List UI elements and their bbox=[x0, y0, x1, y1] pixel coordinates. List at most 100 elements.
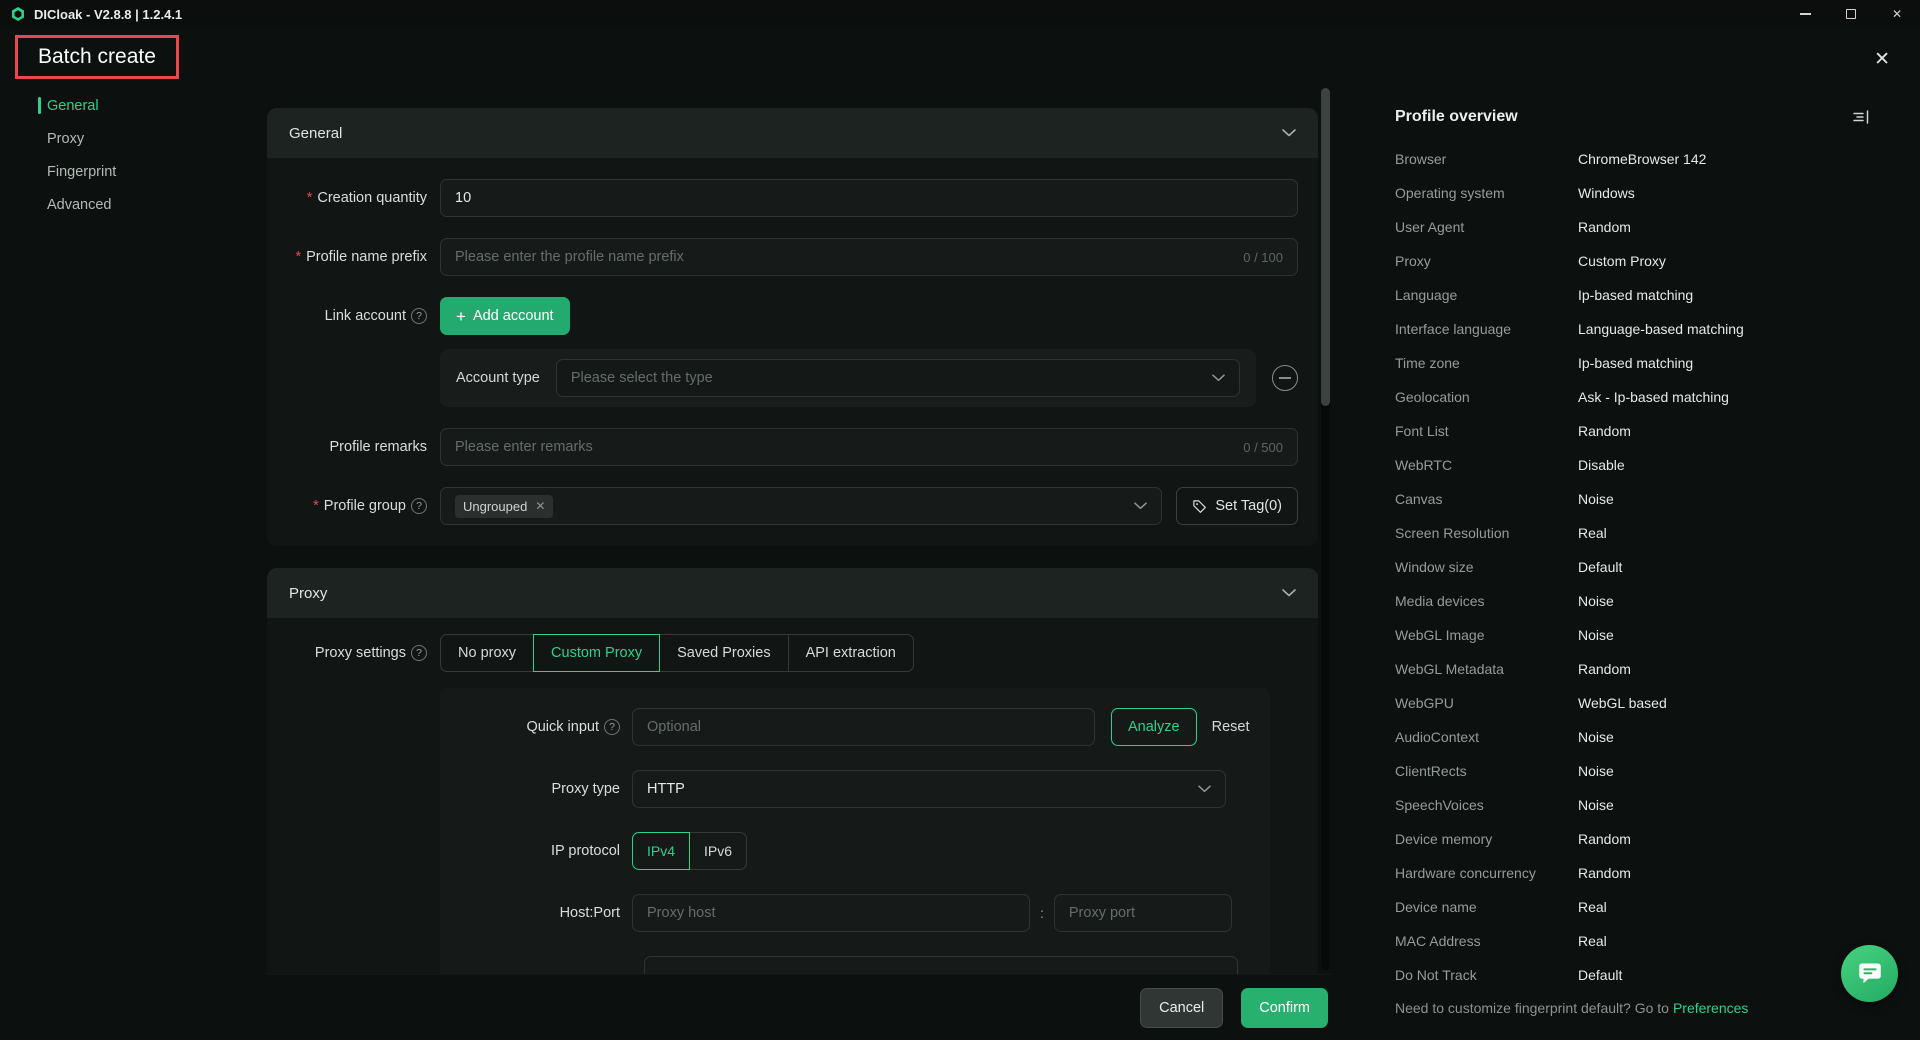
overview-row: AudioContext Noise bbox=[1395, 720, 1870, 754]
overview-row: User Agent Random bbox=[1395, 210, 1870, 244]
ip-protocol-row: IP protocol IPv4 IPv6 bbox=[460, 832, 1250, 870]
remove-account-button[interactable] bbox=[1272, 365, 1298, 391]
window-controls: ✕ bbox=[1782, 0, 1920, 28]
account-type-select[interactable]: Please select the type bbox=[556, 359, 1240, 397]
profile-remarks-row: Profile remarks 0 / 500 bbox=[287, 428, 1298, 466]
preferences-link[interactable]: Preferences bbox=[1673, 1000, 1748, 1016]
overview-row-label: Window size bbox=[1395, 559, 1578, 575]
overview-row-value: Noise bbox=[1578, 491, 1614, 507]
help-icon[interactable]: ? bbox=[411, 645, 427, 661]
chevron-down-icon bbox=[1282, 589, 1296, 597]
overview-row-value: Ip-based matching bbox=[1578, 355, 1693, 371]
add-account-button[interactable]: + Add account bbox=[440, 297, 570, 335]
cancel-button[interactable]: Cancel bbox=[1140, 988, 1223, 1028]
prefix-char-counter: 0 / 100 bbox=[1243, 250, 1283, 265]
plus-icon: + bbox=[456, 308, 466, 325]
partial-input[interactable] bbox=[644, 956, 1238, 974]
analyze-button[interactable]: Analyze bbox=[1111, 708, 1197, 746]
overview-row-label: WebGL Metadata bbox=[1395, 661, 1578, 677]
profile-group-select[interactable]: Ungrouped ✕ bbox=[440, 487, 1162, 525]
link-account-row: Link account ? + Add account Account typ… bbox=[287, 297, 1298, 407]
tab-saved-proxies[interactable]: Saved Proxies bbox=[659, 634, 789, 672]
overview-row-label: Screen Resolution bbox=[1395, 525, 1578, 541]
overview-row-label: Geolocation bbox=[1395, 389, 1578, 405]
customize-hint: Need to customize fingerprint default? G… bbox=[1395, 1000, 1748, 1016]
overview-row: Operating system Windows bbox=[1395, 176, 1870, 210]
host-port-row: Host:Port : bbox=[460, 894, 1250, 932]
overview-row-label: Proxy bbox=[1395, 253, 1578, 269]
overview-row-value: Windows bbox=[1578, 185, 1635, 201]
window-title: DICloak - V2.8.8 | 1.2.4.1 bbox=[34, 7, 182, 22]
reset-button[interactable]: Reset bbox=[1212, 719, 1250, 735]
confirm-button[interactable]: Confirm bbox=[1241, 988, 1328, 1028]
overview-row-value: Real bbox=[1578, 899, 1607, 915]
proxy-port-input[interactable] bbox=[1069, 905, 1217, 921]
quick-input[interactable] bbox=[647, 719, 1080, 735]
batch-create-title: Batch create bbox=[15, 35, 179, 79]
profile-group-label: * Profile group ? bbox=[287, 498, 440, 514]
close-window-button[interactable]: ✕ bbox=[1874, 0, 1920, 28]
overview-row: Device memory Random bbox=[1395, 822, 1870, 856]
profile-group-row: * Profile group ? Ungrouped ✕ bbox=[287, 487, 1298, 525]
ip-protocol-label: IP protocol bbox=[460, 843, 632, 859]
form-scroll-area: General * Creation quantity bbox=[267, 28, 1332, 974]
remarks-char-counter: 0 / 500 bbox=[1243, 440, 1283, 455]
overview-row: WebGL Metadata Random bbox=[1395, 652, 1870, 686]
proxy-section-body: Proxy settings ? No proxy Custom Proxy S… bbox=[267, 618, 1318, 974]
overview-row: Browser ChromeBrowser 142 bbox=[1395, 142, 1870, 176]
help-icon[interactable]: ? bbox=[604, 719, 620, 735]
link-account-label: Link account ? bbox=[287, 297, 440, 335]
proxy-section-header[interactable]: Proxy bbox=[267, 568, 1318, 618]
tab-api-extraction[interactable]: API extraction bbox=[788, 634, 914, 672]
overview-row-value: Default bbox=[1578, 967, 1622, 983]
overview-row: Window size Default bbox=[1395, 550, 1870, 584]
overview-row-value: Ip-based matching bbox=[1578, 287, 1693, 303]
nav-item-proxy[interactable]: Proxy bbox=[0, 122, 267, 155]
profile-remarks-field: 0 / 500 bbox=[440, 428, 1298, 466]
minimize-button[interactable] bbox=[1782, 0, 1828, 28]
creation-quantity-input[interactable] bbox=[455, 190, 1283, 206]
overview-row: Geolocation Ask - Ip-based matching bbox=[1395, 380, 1870, 414]
overview-row-value: Random bbox=[1578, 219, 1631, 235]
account-entry-row: Account type Please select the type bbox=[440, 349, 1298, 407]
profile-name-prefix-input[interactable] bbox=[455, 249, 1231, 265]
overview-row-label: WebRTC bbox=[1395, 457, 1578, 473]
dialog-nav: General Proxy Fingerprint Advanced bbox=[0, 89, 267, 221]
support-chat-button[interactable] bbox=[1841, 945, 1898, 1002]
remove-tag-icon[interactable]: ✕ bbox=[535, 499, 545, 513]
general-section-title: General bbox=[289, 125, 342, 142]
tab-no-proxy[interactable]: No proxy bbox=[440, 634, 534, 672]
maximize-button[interactable] bbox=[1828, 0, 1874, 28]
account-type-panel: Account type Please select the type bbox=[440, 349, 1256, 407]
overview-row-value: Custom Proxy bbox=[1578, 253, 1666, 269]
nav-item-advanced[interactable]: Advanced bbox=[0, 188, 267, 221]
general-section-header[interactable]: General bbox=[267, 108, 1318, 158]
chat-icon bbox=[1856, 960, 1884, 988]
ipv6-button[interactable]: IPv6 bbox=[689, 832, 747, 870]
profile-remarks-input[interactable] bbox=[455, 439, 1231, 455]
overview-row-label: WebGPU bbox=[1395, 695, 1578, 711]
proxy-type-select[interactable]: HTTP bbox=[632, 770, 1226, 808]
overview-row-value: Random bbox=[1578, 831, 1631, 847]
chevron-down-icon bbox=[1282, 129, 1296, 137]
proxy-host-input[interactable] bbox=[647, 905, 1015, 921]
nav-item-fingerprint[interactable]: Fingerprint bbox=[0, 155, 267, 188]
help-icon[interactable]: ? bbox=[411, 308, 427, 324]
overview-row-value: Random bbox=[1578, 423, 1631, 439]
dialog-footer: Cancel Confirm bbox=[267, 974, 1332, 1040]
profile-overview-list: Browser ChromeBrowser 142 Operating syst… bbox=[1395, 142, 1870, 992]
chevron-down-icon bbox=[1198, 785, 1211, 793]
overview-row-value: Noise bbox=[1578, 729, 1614, 745]
proxy-section-title: Proxy bbox=[289, 585, 327, 602]
set-tag-button[interactable]: Set Tag(0) bbox=[1176, 487, 1298, 525]
help-icon[interactable]: ? bbox=[411, 498, 427, 514]
overview-row-value: Noise bbox=[1578, 593, 1614, 609]
quick-input-field bbox=[632, 708, 1095, 746]
scrollbar-thumb[interactable] bbox=[1321, 88, 1330, 406]
close-dialog-button[interactable]: ✕ bbox=[1874, 50, 1890, 69]
chevron-down-icon bbox=[1134, 502, 1147, 510]
nav-item-general[interactable]: General bbox=[0, 89, 267, 122]
collapse-panel-icon[interactable] bbox=[1852, 109, 1870, 125]
tab-custom-proxy[interactable]: Custom Proxy bbox=[533, 634, 660, 672]
ipv4-button[interactable]: IPv4 bbox=[632, 832, 690, 870]
